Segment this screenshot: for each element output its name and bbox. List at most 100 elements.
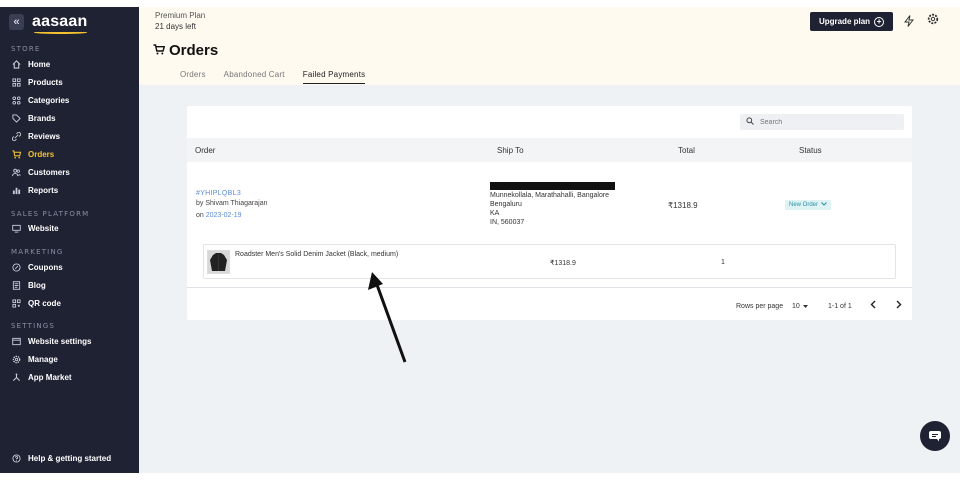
sidebar-item-products[interactable]: Products [11, 76, 63, 88]
column-header-status: Status [799, 146, 822, 155]
section-label-store: STORE [11, 45, 41, 53]
chevron-right-icon [896, 300, 902, 309]
sidebar-item-customers[interactable]: Customers [11, 166, 70, 178]
next-page-button[interactable] [895, 300, 902, 312]
sidebar-item-qr-code[interactable]: QR code [11, 297, 61, 309]
help-link[interactable]: Help & getting started [11, 452, 111, 464]
sidebar-item-website[interactable]: Website [11, 222, 59, 234]
status-dropdown[interactable]: New Order [785, 200, 832, 210]
grid-icon [11, 77, 22, 87]
bolt-icon[interactable] [903, 15, 915, 30]
order-total: ₹1318.9 [668, 201, 698, 210]
status-value: New Order [789, 202, 819, 208]
search-box[interactable] [740, 114, 904, 130]
chevron-left-icon [870, 300, 876, 309]
rows-per-page-value: 10 [792, 303, 800, 310]
sidebar-item-label: Brands [28, 113, 56, 123]
order-id-link[interactable]: #YHIPLQBL3 [196, 190, 241, 197]
product-thumbnail [207, 250, 230, 274]
sidebar-item-label: Manage [28, 354, 58, 364]
link-icon [11, 131, 22, 141]
pagination-range: 1-1 of 1 [828, 303, 852, 310]
rows-per-page-select[interactable]: 10 [792, 303, 808, 310]
upgrade-plan-button[interactable]: Upgrade plan + [810, 12, 893, 31]
qr-icon [11, 298, 22, 308]
order-date: on 2023-02-19 [196, 212, 242, 219]
sidebar-item-label: Blog [28, 280, 46, 290]
customer-name: Shivam Thiagarajan [205, 200, 268, 207]
item-quantity: 1 [721, 259, 725, 266]
sidebar-item-label: QR code [28, 298, 61, 308]
page-title: Orders [153, 42, 218, 59]
item-price: ₹1318.9 [550, 260, 576, 267]
redacted-name [490, 182, 615, 190]
sidebar-item-label: Reviews [28, 131, 61, 141]
categories-icon [11, 95, 22, 105]
sidebar-item-label: App Market [28, 372, 72, 382]
sidebar-item-app-market[interactable]: App Market [11, 371, 72, 383]
chat-button[interactable] [920, 421, 950, 451]
top-banner: Premium Plan 21 days left Orders Orders … [139, 7, 960, 85]
main-content: Order Ship To Total Status #YHIPLQBL3 by… [139, 85, 960, 473]
prev-page-button[interactable] [870, 300, 877, 312]
address-line: KA [490, 210, 500, 217]
section-label-settings: SETTINGS [11, 322, 56, 330]
plan-name: Premium Plan [155, 11, 206, 20]
bar-chart-icon [11, 186, 22, 195]
sidebar-item-orders[interactable]: Orders [11, 148, 54, 160]
sidebar-item-reports[interactable]: Reports [11, 184, 58, 196]
sidebar-item-website-settings[interactable]: Website settings [11, 335, 91, 347]
column-header-ship-to: Ship To [497, 146, 524, 155]
upgrade-plan-label: Upgrade plan [818, 17, 871, 26]
sidebar-item-brands[interactable]: Brands [11, 112, 56, 124]
chat-icon [929, 431, 941, 442]
sidebar-item-label: Reports [28, 185, 59, 195]
column-header-order: Order [195, 146, 216, 155]
sidebar-item-label: Categories [28, 95, 70, 105]
item-name: Roadster Men's Solid Denim Jacket (Black… [235, 251, 399, 258]
rows-per-page-label: Rows per page [736, 303, 784, 310]
sidebar-item-coupons[interactable]: Coupons [11, 261, 63, 273]
logo-text: aasaan [32, 13, 88, 30]
window-settings-icon [11, 337, 22, 346]
address-line: Bengaluru [490, 201, 522, 208]
users-icon [11, 168, 22, 177]
divider [187, 287, 912, 288]
monitor-icon [11, 224, 22, 233]
gear-icon[interactable] [927, 13, 939, 28]
sidebar-item-blog[interactable]: Blog [11, 279, 46, 291]
order-tabs: Orders Abandoned Cart Failed Payments [180, 70, 383, 84]
tab-orders[interactable]: Orders [180, 70, 206, 84]
help-label: Help & getting started [28, 453, 112, 463]
app-root: « aasaan STORE Home Products Categories … [0, 0, 960, 480]
tab-abandoned-cart[interactable]: Abandoned Cart [224, 70, 285, 84]
search-icon [746, 117, 754, 127]
sidebar-item-reviews[interactable]: Reviews [11, 130, 60, 142]
by-prefix: by [196, 200, 204, 207]
sidebar-item-label: Website [28, 223, 59, 233]
sidebar-item-label: Coupons [28, 262, 63, 272]
order-customer: by Shivam Thiagarajan [196, 200, 268, 207]
apps-icon [11, 372, 22, 382]
sidebar-item-categories[interactable]: Categories [11, 94, 69, 106]
address-line: Munnekollala, Marathahalli, Bangalore [490, 192, 610, 199]
sidebar-item-label: Website settings [28, 336, 92, 346]
cart-icon [153, 43, 166, 58]
order-item-row: Roadster Men's Solid Denim Jacket (Black… [203, 244, 896, 279]
percent-icon [11, 262, 22, 272]
chevron-down-icon [821, 202, 827, 208]
sidebar-item-label: Orders [28, 149, 55, 159]
sidebar-item-label: Home [28, 59, 51, 69]
table-header: Order Ship To Total Status [187, 138, 912, 162]
search-input[interactable] [760, 118, 890, 126]
section-label-sales-platform: SALES PLATFORM [11, 210, 90, 218]
logo[interactable]: aasaan [32, 13, 88, 34]
tab-failed-payments[interactable]: Failed Payments [302, 70, 366, 84]
sidebar-item-home[interactable]: Home [11, 58, 50, 70]
address-line: IN, 560037 [490, 219, 525, 226]
gear-icon [11, 355, 22, 364]
sidebar-item-manage[interactable]: Manage [11, 353, 58, 365]
help-icon [11, 453, 22, 463]
on-prefix: on [196, 212, 204, 219]
collapse-sidebar-button[interactable]: « [9, 14, 24, 30]
